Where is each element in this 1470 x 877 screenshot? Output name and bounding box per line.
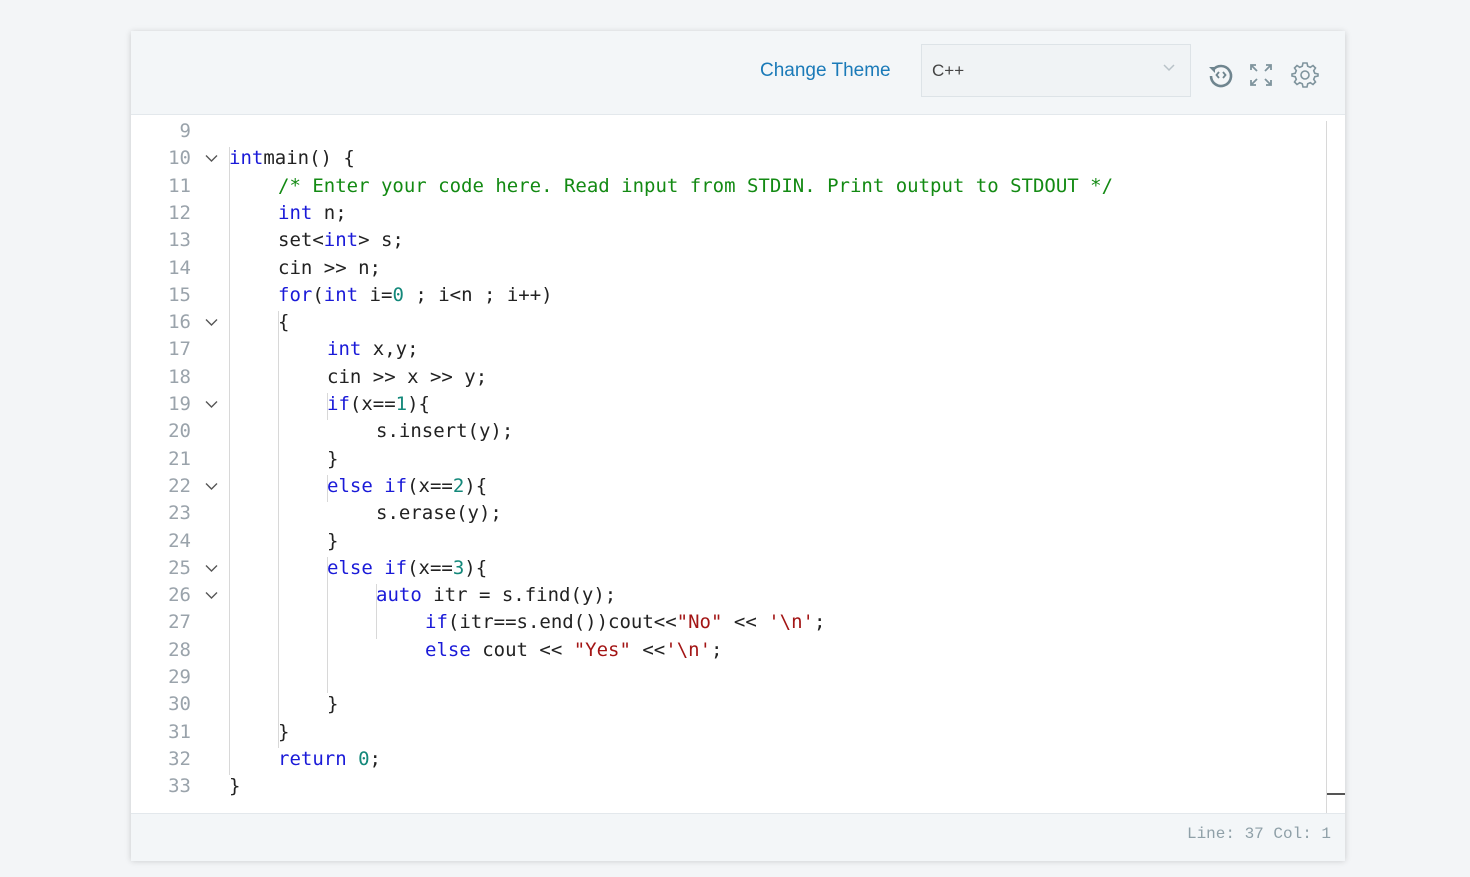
code-text: else if(x==3){	[327, 556, 488, 579]
restore-code-icon[interactable]	[1207, 61, 1235, 89]
change-theme-link[interactable]: Change Theme	[760, 60, 891, 82]
fold-chevron-icon[interactable]	[205, 589, 218, 602]
line-number: 30	[168, 693, 191, 716]
editor-toolbar: Change Theme C++	[131, 31, 1345, 115]
line-number: 24	[168, 529, 191, 552]
line-number: 25	[168, 556, 191, 579]
code-line[interactable]: 25 else if(x==3){	[131, 555, 1326, 582]
language-select[interactable]: C++	[921, 44, 1191, 97]
code-text: {	[278, 311, 290, 334]
fullscreen-icon[interactable]	[1247, 61, 1275, 89]
indent-guide	[327, 556, 328, 694]
indent-guide	[327, 393, 328, 421]
line-number: 26	[168, 584, 191, 607]
line-number: 31	[168, 720, 191, 743]
fold-chevron-icon[interactable]	[205, 316, 218, 329]
code-text: }	[327, 693, 339, 716]
code-line[interactable]: 23 s.erase(y);	[131, 500, 1326, 527]
code-text: }	[327, 529, 339, 552]
code-line[interactable]: 20 s.insert(y);	[131, 418, 1326, 445]
code-text: return 0;	[278, 747, 381, 770]
line-number: 28	[168, 638, 191, 661]
code-line[interactable]: 18 cin >> x >> y;	[131, 364, 1326, 391]
line-number: 33	[168, 775, 191, 798]
line-number: 10	[168, 147, 191, 170]
line-number: 27	[168, 611, 191, 634]
code-line[interactable]: 28 else cout << "Yes" <<'\n';	[131, 637, 1326, 664]
code-line[interactable]: 26 auto itr = s.find(y);	[131, 582, 1326, 609]
code-line[interactable]: 32 return 0;	[131, 746, 1326, 773]
line-number: 19	[168, 393, 191, 415]
fold-chevron-icon[interactable]	[205, 480, 218, 493]
fold-chevron-icon[interactable]	[205, 398, 218, 411]
settings-gear-icon[interactable]	[1291, 61, 1319, 89]
code-text: set<int> s;	[278, 229, 404, 252]
line-number: 14	[168, 256, 191, 279]
line-number: 16	[168, 311, 191, 334]
line-number: 32	[168, 747, 191, 770]
code-line[interactable]: 14 cin >> n;	[131, 255, 1326, 282]
code-text: else cout << "Yes" <<'\n';	[425, 638, 723, 661]
code-text: auto itr = s.find(y);	[376, 584, 617, 607]
code-line[interactable]: 29	[131, 664, 1326, 691]
code-line[interactable]: 30}	[131, 691, 1326, 718]
code-text: /* Enter your code here. Read input from…	[278, 174, 1114, 197]
code-line[interactable]: 19 if(x==1){	[131, 391, 1326, 418]
code-text: }	[229, 775, 241, 798]
code-text: s.insert(y);	[376, 420, 514, 443]
code-text: int n;	[278, 201, 347, 224]
indent-guide	[376, 584, 377, 639]
code-text: else if(x==2){	[327, 474, 488, 497]
vertical-scrollbar[interactable]	[1326, 121, 1327, 813]
code-line[interactable]: 21}	[131, 446, 1326, 473]
line-number: 9	[179, 121, 191, 142]
line-number: 15	[168, 283, 191, 306]
indent-guide	[278, 311, 279, 748]
code-line[interactable]: 16 {	[131, 309, 1326, 336]
code-editor-panel: Change Theme C++ 9 10 intmain() { 11 /* Ente…	[131, 31, 1345, 861]
line-number: 17	[168, 338, 191, 361]
code-text: cin >> n;	[278, 256, 381, 279]
code-line[interactable]: 17 int x,y;	[131, 336, 1326, 363]
line-number: 21	[168, 447, 191, 470]
line-number: 22	[168, 474, 191, 497]
code-line[interactable]: 31}	[131, 719, 1326, 746]
language-select-value: C++	[932, 61, 965, 80]
line-number: 23	[168, 502, 191, 525]
code-line[interactable]: 22 else if(x==2){	[131, 473, 1326, 500]
line-number: 29	[168, 666, 191, 688]
code-text: cin >> x >> y;	[327, 365, 488, 388]
code-line[interactable]: 12 int n;	[131, 200, 1326, 227]
chevron-down-icon	[1163, 64, 1175, 72]
code-line[interactable]: 13 set<int> s;	[131, 227, 1326, 254]
cursor-position: Line: 37 Col: 1	[1186, 825, 1331, 843]
indent-guide	[327, 474, 328, 503]
code-text: }	[327, 447, 339, 470]
line-number: 12	[168, 201, 191, 224]
code-text: int x,y;	[327, 338, 419, 361]
code-text: if(x==1){	[327, 393, 430, 415]
line-number: 13	[168, 229, 191, 252]
code-line[interactable]: 9	[131, 121, 1326, 145]
line-number: 11	[168, 174, 191, 197]
code-line[interactable]: 11 /* Enter your code here. Read input fr…	[131, 173, 1326, 200]
status-bar: Line: 37 Col: 1	[131, 813, 1345, 861]
code-line[interactable]: 10 intmain() {	[131, 145, 1326, 172]
fold-chevron-icon[interactable]	[205, 152, 218, 165]
code-line[interactable]: 15 for(int i=0 ; i<n ; i++)	[131, 282, 1326, 309]
code-line[interactable]: 27 if(itr==s.end())cout<<"No" << '\n';	[131, 609, 1326, 636]
code-text: for(int i=0 ; i<n ; i++)	[278, 283, 553, 306]
code-text: s.erase(y);	[376, 502, 502, 525]
code-text: if(itr==s.end())cout<<"No" << '\n';	[425, 611, 826, 634]
scrollbar-cursor-marker	[1327, 793, 1345, 795]
line-number: 18	[168, 365, 191, 388]
code-line[interactable]: 24}	[131, 528, 1326, 555]
code-text: }	[278, 720, 290, 743]
line-number: 20	[168, 420, 191, 443]
code-line[interactable]: 33}	[131, 773, 1326, 800]
code-text: intmain() {	[229, 147, 355, 170]
indent-guide	[229, 147, 230, 776]
code-area[interactable]: 9 10 intmain() { 11 /* Enter your code here.…	[131, 121, 1326, 813]
fold-chevron-icon[interactable]	[205, 562, 218, 575]
